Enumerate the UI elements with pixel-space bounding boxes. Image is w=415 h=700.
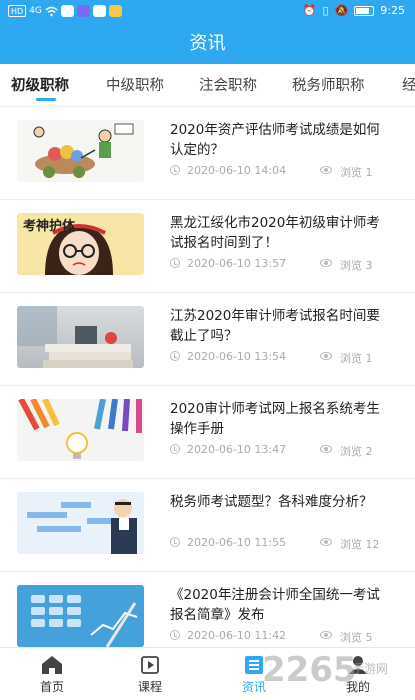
app-notification-icon [108,5,122,17]
tab-zhuhui[interactable]: 注会职称 [199,74,257,95]
clock-icon [170,444,180,454]
nav-courses[interactable]: 课程 [110,648,190,700]
mute-icon: 🔕 [334,4,349,17]
article-date: 2020-06-10 13:57 [187,257,287,270]
eye-icon [320,631,332,639]
app-notification-icon [76,5,90,17]
article-date: 2020-06-10 11:55 [187,536,287,549]
app-notification-icon [92,5,106,17]
list-item[interactable]: 税务师考试题型？各科难度分析？ 2020-06-10 11:55 浏览 12 [0,479,415,572]
article-thumbnail [17,399,144,461]
list-item[interactable]: 2020审计师考试网上报名系统考生操作手册 2020-06-10 13:47 浏… [0,386,415,479]
status-time: 9:25 [380,4,405,17]
wifi-icon [45,6,58,16]
nav-home[interactable]: 首页 [12,648,92,700]
eye-icon [320,538,332,546]
clock-icon [170,165,180,175]
article-views: 浏览 1 [340,166,373,179]
article-thumbnail [17,120,144,182]
tab-zhongji[interactable]: 中级职称 [106,74,164,95]
article-date: 2020-06-10 11:42 [187,629,287,642]
clock-icon [170,351,180,361]
list-item[interactable]: 2020年资产评估师考试成绩是如何认定的？ 2020-06-10 14:04 浏… [0,107,415,200]
eye-icon [320,352,332,360]
page-title: 资讯 [0,24,415,64]
category-tabs: 初级职称 中级职称 注会职称 税务师职称 经 [0,64,415,106]
list-item[interactable]: 考神护体 黑龙江绥化市2020年初级审计师考试报名时间到了！ 2020-06-1… [0,200,415,293]
list-item[interactable]: 《2020年注册会计师全国统一考试报名简章》发布 2020-06-10 11:4… [0,572,415,647]
tab-shuiwushi[interactable]: 税务师职称 [292,74,365,95]
article-date: 2020-06-10 13:54 [187,350,287,363]
article-views: 浏览 1 [340,352,373,365]
signal-icon: 4G [29,6,42,16]
article-thumbnail [17,492,144,554]
article-list: 2020年资产评估师考试成绩是如何认定的？ 2020-06-10 14:04 浏… [0,107,415,647]
alarm-icon: ⏰ [302,4,317,17]
hd-icon: HD [8,5,27,17]
eye-icon [320,445,332,453]
active-tab-indicator [36,98,56,101]
video-icon [141,656,159,674]
eye-icon [320,166,332,174]
article-thumbnail [17,306,144,368]
tab-more[interactable]: 经 [402,74,415,95]
nav-label: 首页 [39,680,64,694]
status-bar: HD 4G ⏰ ▯ 🔕 9:25 [0,0,415,24]
article-thumbnail: 考神护体 [17,213,144,275]
battery-icon [354,5,375,16]
clock-icon [170,258,180,268]
article-title: 2020审计师考试网上报名系统考生操作手册 [170,401,380,437]
article-thumbnail [17,585,144,647]
article-views: 浏览 2 [340,445,373,458]
watermark-caption: 手游网 [352,662,389,676]
article-views: 浏览 12 [340,538,380,551]
nav-label: 课程 [137,680,162,694]
home-icon [42,656,62,674]
article-date: 2020-06-10 14:04 [187,164,287,177]
tab-chuji[interactable]: 初级职称 [11,74,69,95]
app-notification-icon [60,5,74,17]
article-title: 2020年资产评估师考试成绩是如何认定的？ [170,122,380,158]
list-item[interactable]: 江苏2020年审计师考试报名时间要截止了吗？ 2020-06-10 13:54 … [0,293,415,386]
article-views: 浏览 5 [340,631,373,644]
watermark: 2265 [262,650,357,690]
article-title: 黑龙江绥化市2020年初级审计师考试报名时间到了！ [170,215,380,251]
article-views: 浏览 3 [340,259,373,272]
thumbnail-caption: 考神护体 [23,219,76,234]
clock-icon [170,630,180,640]
article-title: 税务师考试题型？各科难度分析？ [170,494,373,510]
clock-icon [170,537,180,547]
vibrate-icon: ▯ [322,4,329,17]
article-title: 江苏2020年审计师考试报名时间要截止了吗？ [170,308,380,344]
article-title: 《2020年注册会计师全国统一考试报名简章》发布 [170,587,380,623]
eye-icon [320,259,332,267]
article-date: 2020-06-10 13:47 [187,443,287,456]
